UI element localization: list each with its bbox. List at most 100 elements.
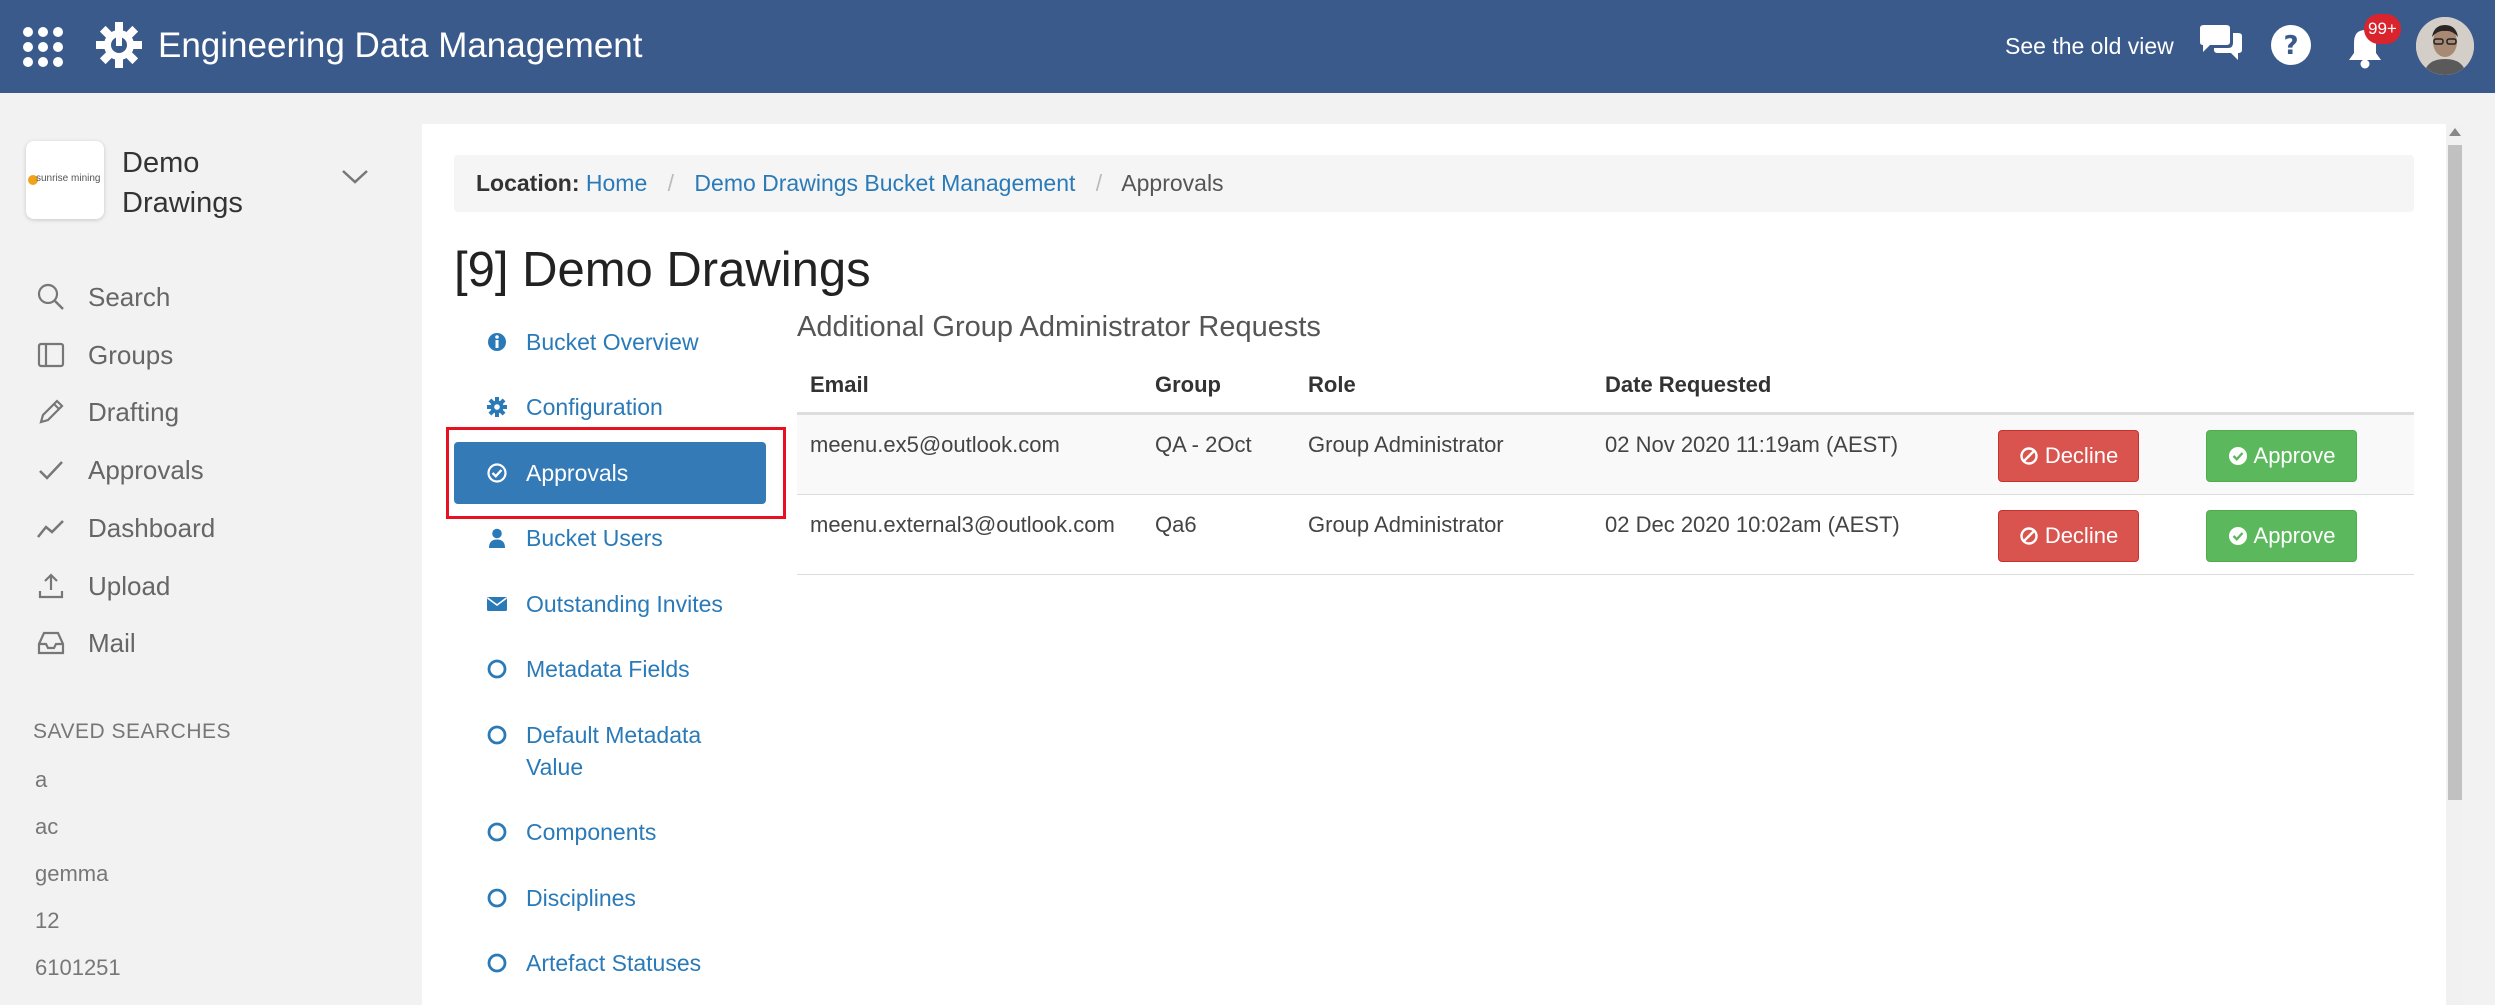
scroll-up-arrow-icon[interactable] bbox=[2449, 128, 2461, 136]
bucket-logo-text: sunrise mining bbox=[36, 173, 101, 184]
search-icon bbox=[37, 283, 64, 310]
subnav-components[interactable]: Components bbox=[486, 816, 656, 848]
page-title: [9] Demo Drawings bbox=[454, 243, 871, 297]
help-icon[interactable]: ? bbox=[2270, 24, 2312, 66]
subnav-bucket-overview[interactable]: Bucket Overview bbox=[486, 326, 699, 358]
decline-label: Decline bbox=[2044, 523, 2119, 548]
avatar-icon bbox=[2416, 17, 2474, 75]
ban-icon bbox=[2020, 527, 2038, 545]
sidebar: sunrise mining Demo Drawings Search Grou… bbox=[0, 93, 400, 1005]
subnav-disciplines[interactable]: Disciplines bbox=[486, 882, 636, 914]
sidebar-item-label: Approvals bbox=[88, 454, 204, 485]
check-circle-icon bbox=[487, 463, 507, 483]
cell-group: Qa6 bbox=[1155, 512, 1197, 537]
decline-button[interactable]: Decline bbox=[1998, 510, 2139, 562]
subnav-configuration[interactable]: Configuration bbox=[486, 391, 663, 423]
groups-icon bbox=[37, 342, 65, 368]
bucket-name[interactable]: Demo Drawings bbox=[122, 143, 322, 223]
breadcrumb-home-link[interactable]: Home bbox=[586, 170, 647, 196]
column-header-group: Group bbox=[1155, 372, 1221, 397]
cell-email: meenu.external3@outlook.com bbox=[810, 512, 1115, 537]
subnav-bucket-users[interactable]: Bucket Users bbox=[486, 522, 663, 554]
envelope-icon bbox=[487, 597, 507, 611]
sidebar-item-search[interactable]: Search bbox=[36, 277, 170, 317]
cell-email: meenu.ex5@outlook.com bbox=[810, 432, 1060, 457]
column-header-date-requested: Date Requested bbox=[1605, 372, 1772, 397]
table-row: meenu.external3@outlook.com Qa6 Group Ad… bbox=[797, 495, 2414, 575]
subnav-metadata-fields[interactable]: Metadata Fields bbox=[486, 653, 690, 685]
approve-button[interactable]: Approve bbox=[2206, 510, 2357, 562]
breadcrumb-bucket-management-link[interactable]: Demo Drawings Bucket Management bbox=[694, 170, 1075, 196]
circle-icon bbox=[487, 725, 507, 745]
column-header-role: Role bbox=[1308, 372, 1356, 397]
subnav-artefact-statuses[interactable]: Artefact Statuses bbox=[486, 947, 701, 979]
subnav-outstanding-invites[interactable]: Outstanding Invites bbox=[486, 588, 723, 620]
chevron-down-icon[interactable] bbox=[340, 167, 370, 187]
section-title: Additional Group Administrator Requests bbox=[797, 311, 1321, 343]
breadcrumb-current: Approvals bbox=[1121, 170, 1224, 196]
sidebar-item-approvals[interactable]: Approvals bbox=[36, 450, 204, 490]
sidebar-item-label: Search bbox=[88, 281, 171, 312]
decline-button[interactable]: Decline bbox=[1998, 430, 2139, 482]
circle-icon bbox=[487, 888, 507, 908]
chat-icon[interactable] bbox=[2198, 24, 2244, 64]
saved-searches-header: SAVED SEARCHES bbox=[33, 720, 231, 743]
circle-icon bbox=[487, 953, 507, 973]
column-header-email: Email bbox=[810, 372, 869, 397]
svg-text:?: ? bbox=[2283, 31, 2298, 61]
subnav-approvals[interactable]: Approvals bbox=[454, 442, 766, 504]
gear-logo-icon[interactable] bbox=[94, 20, 144, 70]
sidebar-item-drafting[interactable]: Drafting bbox=[36, 392, 179, 432]
sidebar-item-groups[interactable]: Groups bbox=[36, 335, 173, 375]
user-avatar[interactable] bbox=[2416, 17, 2474, 75]
sidebar-item-mail[interactable]: Mail bbox=[36, 623, 136, 663]
subnav-label: Configuration bbox=[526, 394, 663, 420]
check-circle-icon bbox=[2228, 447, 2247, 465]
bucket-logo[interactable]: sunrise mining bbox=[26, 141, 104, 219]
saved-search-item[interactable]: 12 bbox=[35, 908, 59, 934]
apps-grid-icon[interactable] bbox=[22, 26, 64, 68]
cell-date: 02 Dec 2020 10:02am (AEST) bbox=[1605, 512, 1900, 537]
sidebar-item-label: Drafting bbox=[88, 396, 180, 427]
notification-badge: 99+ bbox=[2364, 14, 2401, 44]
saved-search-item[interactable]: 6101251 bbox=[35, 955, 121, 981]
saved-search-item[interactable]: ac bbox=[35, 814, 58, 840]
sidebar-item-dashboard[interactable]: Dashboard bbox=[36, 508, 215, 548]
saved-search-item[interactable]: gemma bbox=[35, 861, 108, 887]
breadcrumb: Location: Home / Demo Drawings Bucket Ma… bbox=[454, 155, 2414, 212]
sidebar-item-label: Mail bbox=[88, 627, 136, 658]
saved-search-item[interactable]: a bbox=[35, 767, 47, 793]
chart-line-icon bbox=[37, 520, 64, 538]
check-circle-icon bbox=[2228, 527, 2247, 545]
subnav-label: Disciplines bbox=[526, 885, 636, 911]
gear-icon bbox=[487, 397, 507, 417]
scrollbar-thumb[interactable] bbox=[2448, 145, 2462, 800]
subnav-label: Default Metadata bbox=[526, 722, 702, 748]
approve-label: Approve bbox=[2253, 443, 2336, 468]
subnav-default-metadata-value[interactable]: Default Metadata Value bbox=[486, 719, 701, 783]
subnav-label: Approvals bbox=[526, 460, 629, 486]
inbox-icon bbox=[37, 631, 65, 655]
subnav-label: Metadata Fields bbox=[526, 656, 690, 682]
subnav-label: Value bbox=[526, 754, 584, 780]
approve-button[interactable]: Approve bbox=[2206, 430, 2357, 482]
sidebar-item-label: Groups bbox=[88, 339, 174, 370]
approve-label: Approve bbox=[2253, 523, 2336, 548]
top-bar: Engineering Data Management See the old … bbox=[0, 0, 2495, 93]
subnav-label: Outstanding Invites bbox=[526, 591, 723, 617]
upload-icon bbox=[38, 573, 64, 599]
sidebar-item-upload[interactable]: Upload bbox=[36, 566, 170, 606]
breadcrumb-separator: / bbox=[1095, 170, 1103, 196]
pencil-icon bbox=[39, 399, 64, 424]
info-circle-icon bbox=[488, 333, 506, 351]
breadcrumb-label: Location: bbox=[476, 170, 580, 196]
subnav-label: Artefact Statuses bbox=[526, 950, 702, 976]
subnav-label: Bucket Overview bbox=[526, 329, 699, 355]
see-old-view-link[interactable]: See the old view bbox=[2005, 31, 2174, 61]
check-icon bbox=[39, 461, 63, 480]
circle-icon bbox=[487, 659, 507, 679]
user-icon bbox=[489, 528, 505, 548]
subnav-label-wrap: Default Metadata Value bbox=[526, 719, 701, 783]
app-title: Engineering Data Management bbox=[158, 26, 643, 65]
subnav-label: Components bbox=[526, 819, 657, 845]
